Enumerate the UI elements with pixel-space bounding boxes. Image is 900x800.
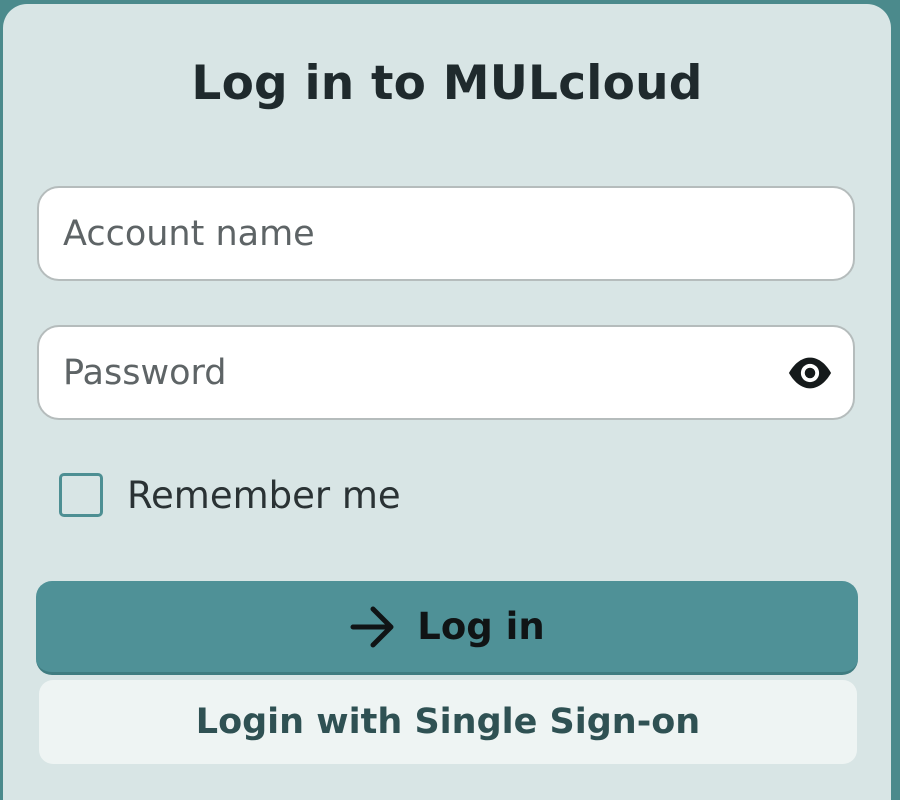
remember-me-checkbox[interactable] <box>59 473 103 517</box>
account-name-field[interactable] <box>37 186 855 281</box>
remember-me[interactable]: Remember me <box>59 470 401 520</box>
login-button[interactable]: Log in <box>36 581 858 675</box>
password-field[interactable] <box>37 325 855 420</box>
account-name-input[interactable] <box>63 188 783 279</box>
page-title: Log in to MULcloud <box>191 56 703 111</box>
arrow-right-icon <box>350 606 394 647</box>
login-panel: Log in to MULcloud Remember me Log in Lo… <box>3 4 891 800</box>
eye-icon[interactable] <box>787 355 833 391</box>
sso-login-button-label: Login with Single Sign-on <box>195 702 701 742</box>
login-button-label: Log in <box>417 605 545 648</box>
sso-login-button[interactable]: Login with Single Sign-on <box>39 680 857 764</box>
password-input[interactable] <box>63 327 783 418</box>
remember-me-label: Remember me <box>127 473 401 517</box>
